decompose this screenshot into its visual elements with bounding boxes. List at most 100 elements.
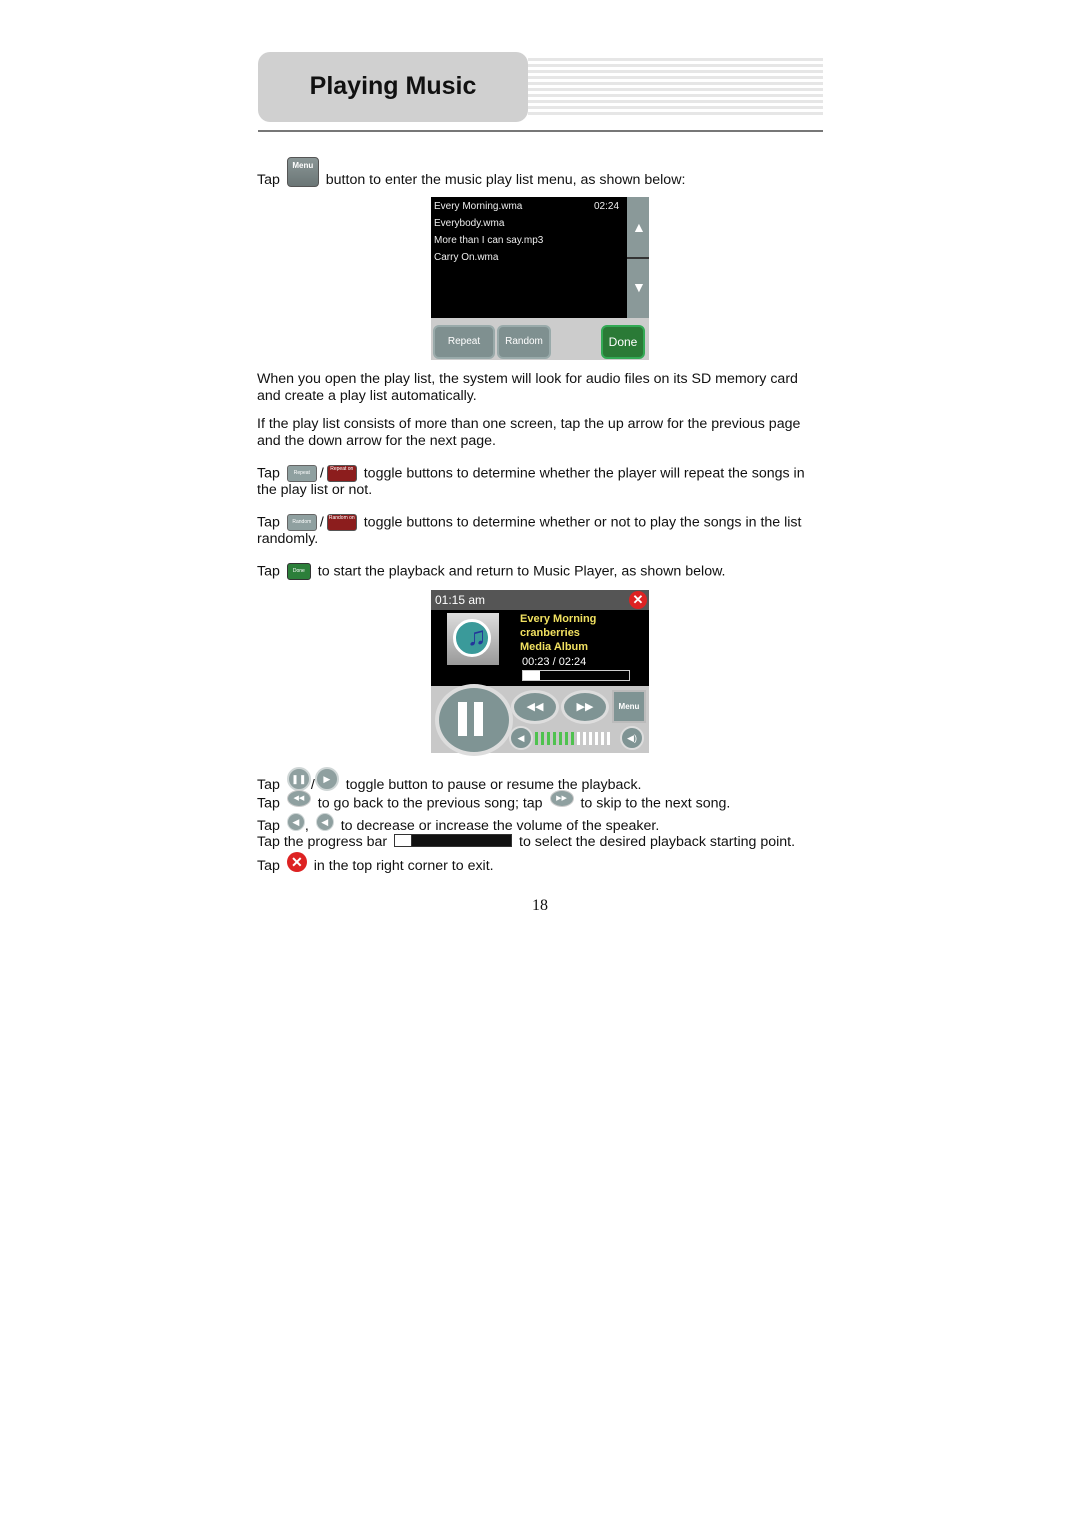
prev-text: to go back to the previous song; tap: [317, 795, 543, 812]
progress-fill: [523, 671, 540, 680]
volume-bar: [535, 732, 538, 745]
playlist-item[interactable]: More than I can say.mp3: [434, 235, 543, 246]
comma: ,: [304, 817, 309, 834]
page-number: 18: [532, 897, 548, 914]
play-icon: ▶: [314, 767, 339, 791]
rewind-button[interactable]: ◀◀: [511, 690, 559, 724]
repeat-on-icon: Repeat on: [326, 465, 357, 482]
album-art: ♫: [447, 613, 499, 665]
volume-bar: [583, 732, 586, 745]
volume-bar: [553, 732, 556, 745]
random-button[interactable]: Random: [497, 325, 551, 359]
playlist-item[interactable]: Carry On.wma: [434, 252, 498, 263]
pause-icon: ❚❚: [286, 767, 311, 791]
progress-bar[interactable]: [522, 670, 630, 681]
repeat-instruction: Tap Repeat / Repeat on toggle buttons to d…: [257, 465, 805, 482]
pause-bar-left: [458, 702, 467, 736]
header-stripes: [528, 58, 823, 116]
close-icon: ✕: [286, 852, 307, 872]
forward-button[interactable]: ▶▶: [561, 690, 609, 724]
random-text: toggle buttons to determine whether or n…: [363, 514, 802, 531]
menu-button-icon: Menu: [286, 157, 319, 187]
playlist-screenshot: Every Morning.wma 02:24 Everybody.wma Mo…: [431, 197, 649, 360]
done-icon: Done: [286, 563, 311, 580]
header-rule: [258, 130, 823, 132]
done-button[interactable]: Done: [601, 325, 645, 359]
random-instruction: Tap Random / Random on toggle buttons to d…: [257, 514, 801, 531]
now-playing-panel: ♫ Every Morning cranberries Media Album …: [431, 610, 649, 686]
player-title-bar: 01:15 am ✕: [431, 590, 649, 610]
volume-down-icon: ◀: [286, 813, 305, 831]
tap-text: Tap: [257, 563, 280, 580]
volume-bar: [607, 732, 610, 745]
album-name: Media Album: [520, 641, 589, 653]
next-text: to skip to the next song.: [580, 795, 731, 812]
volume-bar: [601, 732, 604, 745]
playlist: Every Morning.wma 02:24 Everybody.wma Mo…: [431, 197, 627, 318]
done-text: to start the playback and return to Musi…: [317, 563, 726, 580]
time-separator: /: [552, 656, 556, 668]
skip-instruction: Tap ◀◀ to go back to the previous song; …: [257, 790, 731, 812]
progress-prefix: Tap the progress bar: [257, 834, 388, 850]
song-title: Every Morning: [520, 613, 597, 625]
repeat-instruction-cont: the play list or not.: [257, 482, 373, 498]
volume-instruction: Tap ◀, ◀ to decrease or increase the vol…: [257, 813, 660, 835]
music-note-icon: ♫: [467, 621, 487, 651]
repeat-text: toggle buttons to determine whether the …: [363, 465, 805, 482]
paragraph-playlist-pages: If the play list consists of more than o…: [257, 416, 801, 449]
volume-bar: [577, 732, 580, 745]
random-instruction-cont: randomly.: [257, 531, 319, 547]
pause-play-instruction: Tap ❚❚ / ▶ toggle button to pause or resum…: [257, 767, 642, 797]
random-on-icon: Random on: [326, 514, 357, 531]
repeat-button[interactable]: Repeat: [433, 325, 495, 359]
time-readout: 00:23 / 02:24: [522, 656, 586, 668]
pause-button[interactable]: [435, 684, 513, 756]
volume-level[interactable]: [535, 732, 613, 750]
volume-down-button[interactable]: ◀: [509, 726, 533, 750]
playlist-scrollbar[interactable]: ▲ ▼: [627, 197, 649, 318]
exit-instruction: Tap ✕ in the top right corner to exit.: [257, 852, 494, 876]
elapsed-time: 00:23: [522, 656, 550, 668]
section-title: Playing Music: [309, 72, 477, 100]
volume-bar: [559, 732, 562, 745]
total-time: 02:24: [558, 656, 587, 668]
menu-button[interactable]: Menu: [612, 690, 646, 723]
progress-text: to select the desired playback starting …: [519, 834, 796, 850]
close-icon[interactable]: ✕: [629, 591, 647, 609]
music-player-screenshot: 01:15 am ✕ ♫ Every Morning cranberries M…: [431, 590, 649, 756]
volume-bar: [571, 732, 574, 745]
paragraph-playlist-open: When you open the play list, the system …: [257, 371, 798, 404]
pause-bar-right: [474, 702, 483, 736]
exit-text: in the top right corner to exit.: [313, 857, 494, 874]
playlist-item[interactable]: Every Morning.wma: [434, 201, 522, 212]
volume-up-button[interactable]: ◀): [620, 726, 644, 750]
repeat-off-icon: Repeat: [286, 465, 317, 482]
progress-bar-icon: [394, 833, 513, 847]
random-off-icon: Random: [286, 514, 317, 531]
progress-instruction: Tap the progress bar to select the desir…: [257, 833, 796, 851]
volume-bar: [547, 732, 550, 745]
playlist-duration: 02:24: [594, 201, 620, 212]
tap-text: Tap: [257, 514, 280, 531]
tap-text: Tap: [257, 171, 280, 188]
tap-text: Tap: [257, 776, 280, 793]
volume-bar: [589, 732, 592, 745]
done-instruction: Tap Done to start the playback and retur…: [257, 563, 726, 580]
down-arrow-icon[interactable]: ▼: [632, 279, 646, 295]
tap-text: Tap: [257, 795, 280, 812]
playlist-item[interactable]: Everybody.wma: [434, 218, 504, 229]
volume-up-icon: ◀: [315, 813, 334, 831]
intro-text: button to enter the music play list menu…: [325, 171, 686, 188]
slash: /: [319, 514, 324, 531]
intro-line: Tap Menu button to enter the music play …: [257, 157, 686, 195]
artist-name: cranberries: [520, 627, 580, 639]
tap-text: Tap: [257, 817, 280, 834]
pause-play-text: toggle button to pause or resume the pla…: [345, 776, 642, 793]
volume-bar: [565, 732, 568, 745]
forward-icon: ▶▶: [549, 790, 574, 807]
tap-text: Tap: [257, 857, 280, 874]
volume-text: to decrease or increase the volume of th…: [340, 817, 660, 834]
scroll-divider: [627, 257, 649, 259]
up-arrow-icon[interactable]: ▲: [632, 219, 646, 235]
volume-bar: [541, 732, 544, 745]
